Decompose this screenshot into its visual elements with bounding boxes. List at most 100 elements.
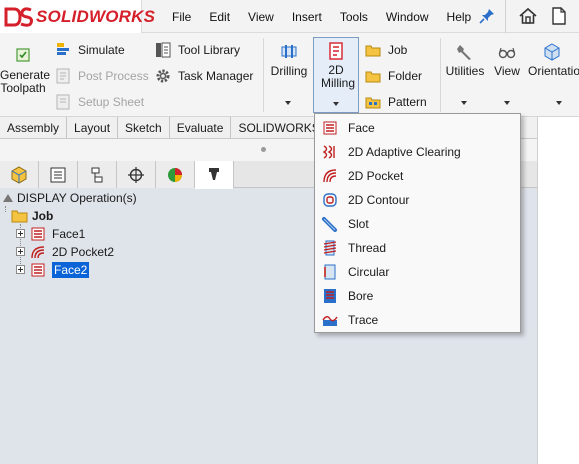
folder-button[interactable]: Folder (364, 67, 422, 85)
crosshair-icon (128, 166, 144, 183)
tab-cam-manager[interactable] (195, 161, 234, 189)
pane-splitter-handle[interactable] (261, 147, 266, 152)
menu-help[interactable]: Help (438, 10, 481, 24)
simulate-icon (57, 43, 69, 55)
milling-2d-icon (329, 42, 343, 60)
adaptive-clearing-icon (322, 145, 335, 159)
folder-icon (365, 71, 381, 83)
ds-logo-icon (4, 6, 33, 27)
view-dropdown-caret[interactable] (504, 101, 510, 105)
menu-file[interactable]: File (163, 10, 200, 24)
view-button[interactable]: View (489, 42, 525, 78)
drilling-icon (281, 45, 297, 58)
new-document-icon[interactable] (550, 6, 568, 26)
tree-root-label: DISPLAY Operation(s) (17, 191, 137, 205)
dropdown-adaptive-label: 2D Adaptive Clearing (348, 145, 461, 159)
tool-library-label: Tool Library (178, 43, 241, 57)
dropdown-circular-label: Circular (348, 265, 390, 279)
tab-property-manager[interactable] (39, 161, 78, 188)
task-manager-button[interactable]: Task Manager (154, 67, 253, 85)
dropdown-contour-label: 2D Contour (348, 193, 410, 207)
post-process-button[interactable]: Post Process (54, 67, 149, 85)
job-folder-icon (11, 210, 28, 223)
orientation-dropdown-caret[interactable] (556, 101, 562, 105)
simulate-button[interactable]: Simulate (54, 41, 125, 59)
tree-job-label: Job (32, 209, 54, 223)
pin-icon[interactable] (478, 7, 496, 25)
menu-view[interactable]: View (239, 10, 283, 24)
orientation-button[interactable]: Orientatio (528, 42, 579, 78)
circular-op-icon (324, 264, 336, 280)
expand-pocket2-toggle[interactable] (16, 247, 25, 256)
gear-icon (156, 69, 170, 83)
tree-pocket2-label: 2D Pocket2 (52, 245, 115, 259)
tab-configuration-manager[interactable] (78, 161, 117, 188)
post-process-label: Post Process (78, 69, 149, 83)
drilling-button[interactable]: Drilling (266, 42, 312, 78)
pocket-op-icon (31, 246, 45, 259)
tool-library-button[interactable]: Tool Library (154, 41, 240, 59)
folder-label: Folder (388, 69, 423, 83)
expand-face2-toggle[interactable] (16, 265, 25, 274)
job-button[interactable]: Job (364, 41, 407, 59)
display-ops-icon (3, 194, 13, 202)
setup-sheet-button[interactable]: Setup Sheet (54, 93, 144, 111)
ribbon-separator (263, 38, 264, 112)
dropdown-item-face[interactable]: Face (315, 116, 520, 140)
tree-item-job[interactable]: Job (11, 207, 53, 225)
tab-display-manager[interactable] (156, 161, 195, 188)
setup-sheet-label: Setup Sheet (78, 95, 145, 109)
pattern-button[interactable]: Pattern (364, 93, 427, 111)
tree-item-face2[interactable]: Face2 (29, 261, 90, 279)
drilling-dropdown-caret[interactable] (285, 101, 291, 105)
milling-2d-content[interactable]: 2D Milling (314, 41, 358, 90)
milling-2d-dropdown: Face 2D Adaptive Clearing 2D Pocket 2D C… (314, 113, 521, 333)
graphics-area[interactable] (537, 117, 579, 464)
generate-toolpath-icon (16, 48, 30, 62)
tool-library-icon (156, 42, 171, 58)
tab-feature-manager[interactable] (0, 161, 39, 188)
tab-sketch[interactable]: Sketch (118, 117, 170, 139)
utilities-button[interactable]: Utilities (442, 42, 488, 78)
titlebar-separator (505, 0, 506, 33)
dropdown-bore-label: Bore (348, 289, 374, 303)
bore-op-icon (324, 289, 336, 303)
menu-tools[interactable]: Tools (331, 10, 377, 24)
menu-window[interactable]: Window (377, 10, 438, 24)
tree-item-face1[interactable]: Face1 (29, 225, 85, 243)
job-label: Job (388, 43, 408, 57)
milling-dropdown-caret[interactable] (333, 102, 339, 106)
menu-insert[interactable]: Insert (283, 10, 331, 24)
dropdown-item-trace[interactable]: Trace (315, 308, 520, 332)
generate-toolpath-button[interactable]: Generate Toolpath (0, 46, 50, 95)
tab-assembly[interactable]: Assembly (0, 117, 68, 139)
tab-layout[interactable]: Layout (67, 117, 119, 139)
pattern-icon (365, 97, 381, 109)
utilities-label: Utilities (445, 64, 485, 78)
solidworks-logo[interactable]: SOLIDWORKS (0, 0, 155, 33)
cam-tool-icon (209, 167, 219, 180)
tab-evaluate[interactable]: Evaluate (170, 117, 232, 139)
menu-edit[interactable]: Edit (200, 10, 239, 24)
dropdown-item-2d-pocket[interactable]: 2D Pocket (315, 164, 520, 188)
utilities-dropdown-caret[interactable] (461, 101, 467, 105)
dropdown-thread-label: Thread (348, 241, 387, 255)
face-op-icon (323, 121, 337, 135)
dropdown-item-bore[interactable]: Bore (315, 284, 520, 308)
dropdown-item-circular[interactable]: Circular (315, 260, 520, 284)
face-op-icon (31, 227, 45, 241)
tree-item-2d-pocket2[interactable]: 2D Pocket2 (29, 243, 114, 261)
home-icon[interactable] (518, 6, 538, 26)
dropdown-item-thread[interactable]: Thread (315, 236, 520, 260)
tab-dimxpert-manager[interactable] (117, 161, 156, 188)
pocket-op-icon (323, 169, 337, 183)
expand-face1-toggle[interactable] (16, 229, 25, 238)
glasses-icon (498, 47, 516, 59)
dropdown-item-2d-adaptive-clearing[interactable]: 2D Adaptive Clearing (315, 140, 520, 164)
part-icon (11, 165, 27, 184)
tree-root-display[interactable]: DISPLAY Operation(s) (1, 189, 137, 207)
post-process-icon (56, 68, 70, 84)
title-bar: SOLIDWORKS File Edit View Insert Tools W… (0, 0, 579, 33)
dropdown-item-slot[interactable]: Slot (315, 212, 520, 236)
dropdown-item-2d-contour[interactable]: 2D Contour (315, 188, 520, 212)
